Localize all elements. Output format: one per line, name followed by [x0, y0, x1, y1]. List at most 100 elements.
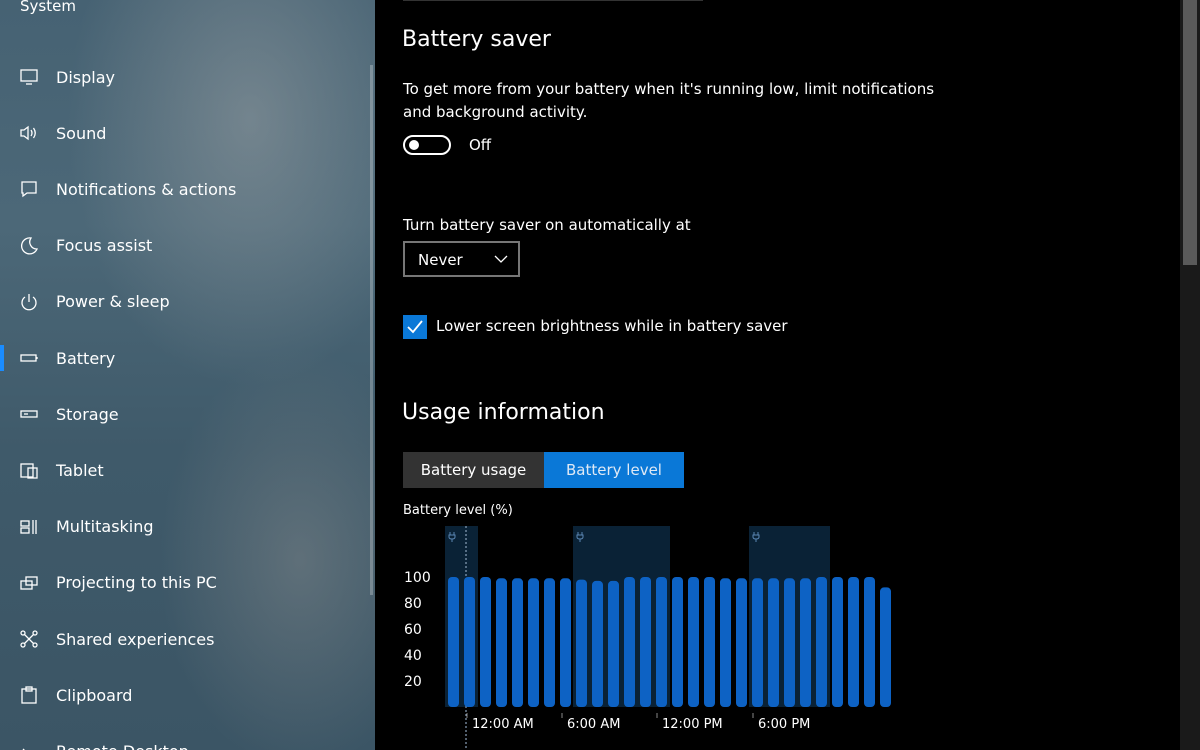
battery-bar — [512, 578, 523, 707]
battery-bar — [736, 578, 747, 707]
battery-bar — [464, 577, 475, 707]
y-tick-label: 40 — [404, 648, 422, 664]
battery-saver-description-line2: and background activity. — [403, 103, 588, 121]
tab-battery-usage[interactable]: Battery usage — [403, 452, 544, 488]
battery-bar — [640, 577, 651, 707]
sidebar-item-label: Shared experiences — [56, 629, 215, 649]
battery-bar — [800, 578, 811, 707]
sidebar-item-label: Clipboard — [56, 685, 133, 705]
battery-bar — [528, 578, 539, 707]
sidebar-item-sound[interactable]: Sound — [0, 108, 375, 158]
battery-bar — [832, 577, 843, 707]
battery-bar — [848, 577, 859, 707]
y-tick-label: 20 — [404, 674, 422, 690]
battery-bar — [752, 578, 763, 707]
sidebar-item-battery[interactable]: Battery — [0, 333, 375, 383]
sidebar-item-clipboard[interactable]: Clipboard — [0, 670, 375, 720]
main-scrollbar[interactable] — [1180, 0, 1200, 750]
main-content: Battery saver To get more from your batt… — [375, 0, 1180, 750]
sidebar-item-label: Notifications & actions — [56, 179, 237, 199]
scrollbar-thumb[interactable] — [1183, 0, 1197, 265]
x-tick-label: 12:00 PM — [662, 717, 723, 732]
battery-bar — [608, 580, 619, 707]
sidebar-item-label: Tablet — [56, 460, 104, 480]
sidebar-item-storage[interactable]: Storage — [0, 389, 375, 439]
section-title: System — [20, 0, 76, 15]
sidebar-item-label: Display — [56, 67, 115, 87]
y-tick-label: 80 — [404, 596, 422, 612]
battery-bar — [880, 587, 891, 707]
sidebar-item-display[interactable]: Display — [0, 52, 375, 102]
battery-bar — [656, 577, 667, 707]
y-tick-label: 100 — [404, 570, 431, 586]
x-tick-label: 12:00 AM — [472, 717, 534, 732]
battery-saver-heading: Battery saver — [402, 27, 551, 52]
brightness-checkbox[interactable] — [403, 315, 427, 339]
battery-bar — [864, 577, 875, 707]
multitasking-icon — [19, 517, 39, 537]
sidebar-item-label: Multitasking — [56, 517, 154, 537]
tablet-icon — [19, 460, 39, 480]
auto-saver-dropdown[interactable]: Never — [403, 241, 520, 277]
shared-icon — [19, 629, 39, 649]
battery-bar — [816, 577, 827, 707]
sidebar-item-tablet[interactable]: Tablet — [0, 445, 375, 495]
sidebar-item-label: Remote Desktop — [56, 742, 189, 750]
moon-icon — [19, 236, 39, 256]
auto-saver-label: Turn battery saver on automatically at — [403, 216, 691, 234]
selection-indicator — [0, 345, 4, 371]
tab-battery-level[interactable]: Battery level — [544, 452, 684, 488]
sidebar: System Display Sound Notifications & actio… — [0, 0, 375, 750]
storage-icon — [19, 404, 39, 424]
display-icon — [19, 67, 39, 87]
x-tick-label: 6:00 AM — [567, 717, 620, 732]
battery-bar — [688, 577, 699, 707]
brightness-checkbox-label: Lower screen brightness while in battery… — [436, 317, 788, 335]
battery-bar — [544, 578, 555, 707]
chevron-down-icon — [494, 255, 508, 263]
divider — [403, 0, 703, 1]
sidebar-item-label: Power & sleep — [56, 292, 170, 312]
sidebar-item-remote-desktop[interactable]: Remote Desktop — [0, 726, 375, 750]
battery-saver-description-line1: To get more from your battery when it's … — [403, 80, 935, 98]
sidebar-item-multitasking[interactable]: Multitasking — [0, 502, 375, 552]
projecting-icon — [19, 573, 39, 593]
sidebar-item-label: Focus assist — [56, 236, 153, 256]
toggle-knob — [409, 140, 419, 150]
notification-icon — [19, 179, 39, 199]
usage-info-heading: Usage information — [402, 400, 605, 425]
battery-bar — [704, 577, 715, 707]
toggle-state-label: Off — [469, 136, 492, 154]
chart-y-axis-label: Battery level (%) — [403, 503, 513, 518]
battery-bar — [720, 578, 731, 707]
dropdown-value: Never — [418, 251, 463, 269]
power-icon — [19, 292, 39, 312]
y-tick-label: 60 — [404, 622, 422, 638]
sidebar-item-shared-experiences[interactable]: Shared experiences — [0, 614, 375, 664]
sidebar-item-notifications-actions[interactable]: Notifications & actions — [0, 164, 375, 214]
speaker-icon — [19, 123, 39, 143]
sidebar-item-label: Battery — [56, 348, 116, 368]
x-tick-label: 6:00 PM — [758, 717, 810, 732]
battery-bar — [448, 577, 459, 707]
battery-saver-toggle[interactable] — [403, 135, 451, 155]
battery-bar — [784, 578, 795, 707]
remote-desktop-icon — [19, 741, 39, 750]
battery-bar — [672, 577, 683, 707]
battery-bar — [480, 577, 491, 707]
checkmark-icon — [407, 320, 423, 334]
battery-bar — [624, 577, 635, 707]
clipboard-icon — [19, 685, 39, 705]
sidebar-item-projecting-to-this-pc[interactable]: Projecting to this PC — [0, 558, 375, 608]
sidebar-item-label: Projecting to this PC — [56, 573, 217, 593]
battery-bar — [592, 580, 603, 707]
sidebar-item-focus-assist[interactable]: Focus assist — [0, 221, 375, 271]
charging-period-band — [573, 526, 670, 707]
sidebar-item-power-sleep[interactable]: Power & sleep — [0, 277, 375, 327]
battery-bar — [496, 578, 507, 707]
battery-bar — [576, 579, 587, 707]
battery-icon — [19, 348, 39, 368]
battery-bar — [768, 578, 779, 707]
battery-bar — [560, 578, 571, 707]
sidebar-item-label: Sound — [56, 123, 107, 143]
